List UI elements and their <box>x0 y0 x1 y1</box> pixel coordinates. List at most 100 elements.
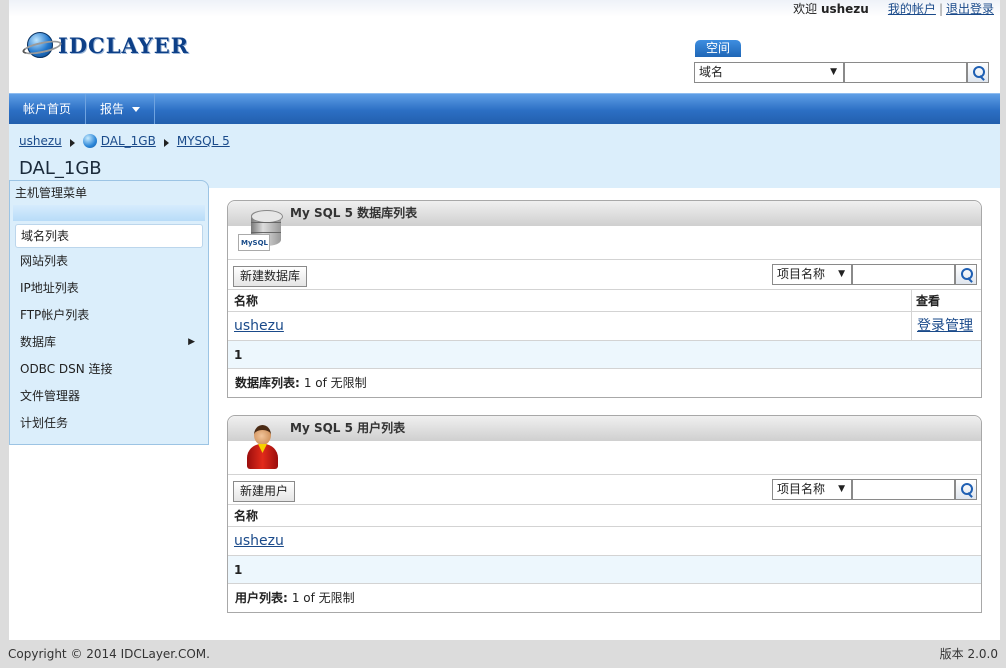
footer-value: 1 of 无限制 <box>303 376 367 390</box>
filter-select-value: 项目名称 <box>777 482 826 496</box>
user-body <box>247 444 278 469</box>
main-nav: 帐户首页 报告 <box>9 93 1000 125</box>
filter-input[interactable] <box>852 479 955 500</box>
column-header-name[interactable]: 名称 <box>234 509 258 523</box>
filter-select[interactable]: 项目名称 ▼ <box>772 479 852 500</box>
page-header: ushezu DAL_1GB MYSQL 5 DAL_1GB <box>9 124 1000 188</box>
search-input[interactable] <box>844 62 967 83</box>
column-header-name[interactable]: 名称 <box>234 294 258 308</box>
sidebar-band <box>13 205 205 221</box>
top-bar: 欢迎 ushezu 我的帐户 | 退出登录 <box>9 0 1000 17</box>
sidebar-item-label: 计划任务 <box>20 416 69 430</box>
nav-reports[interactable]: 报告 <box>86 94 156 125</box>
panel-toolbar: 新建数据库 项目名称 ▼ <box>228 260 981 290</box>
breadcrumb: ushezu DAL_1GB MYSQL 5 <box>19 134 230 148</box>
chevron-right-icon: ▶ <box>188 337 195 347</box>
breadcrumb-user[interactable]: ushezu <box>19 134 62 148</box>
database-list-panel: My SQL 5 数据库列表 MySQL 新建数据库 项目名称 ▼ 名称 查看 <box>227 200 982 398</box>
sidebar-item-ftp-accounts[interactable]: FTP帐户列表 <box>10 302 208 329</box>
space-ball-icon <box>82 134 97 148</box>
page-container: 欢迎 ushezu 我的帐户 | 退出登录 IDCLAYER 空间 域名 ▼ 帐户首… <box>9 0 1000 640</box>
sidebar-item-domains[interactable]: 域名列表 <box>15 224 203 248</box>
panel-title: My SQL 5 数据库列表 <box>228 201 981 226</box>
user-links: 欢迎 ushezu 我的帐户 | 退出登录 <box>793 0 994 17</box>
panel-filter: 项目名称 ▼ <box>772 479 977 500</box>
table-header: 名称 查看 <box>228 290 981 312</box>
header-search: 域名 ▼ <box>694 62 989 83</box>
sidebar-item-file-manager[interactable]: 文件管理器 <box>10 383 208 410</box>
logo-text: IDCLAYER <box>58 32 190 58</box>
sidebar-item-label: ODBC DSN 连接 <box>20 362 113 376</box>
filter-select-value: 项目名称 <box>777 267 826 281</box>
sidebar-title: 主机管理菜单 <box>15 186 88 200</box>
sidebar-item-label: 数据库 <box>20 335 57 349</box>
sidebar-item-scheduled-tasks[interactable]: 计划任务 <box>10 410 208 437</box>
user-head <box>254 425 271 445</box>
mysql-database-icon: MySQL <box>238 210 284 254</box>
page-title: DAL_1GB <box>19 158 102 179</box>
logout-link[interactable]: 退出登录 <box>946 2 994 16</box>
user-icon <box>246 425 278 471</box>
search-scope-select[interactable]: 域名 ▼ <box>694 62 844 83</box>
table-cell-action: 登录管理 <box>911 312 973 341</box>
filter-search-button[interactable] <box>955 264 977 285</box>
sidebar-item-websites[interactable]: 网站列表 <box>10 248 208 275</box>
pager: 1 <box>228 556 981 584</box>
panel-footer: 数据库列表: 1 of 无限制 <box>228 369 981 397</box>
panel-icon-row: MySQL <box>228 210 981 260</box>
sidebar-item-label: 网站列表 <box>20 254 69 268</box>
panel-icon-row <box>228 425 981 475</box>
mysql-tag: MySQL <box>238 234 270 251</box>
login-manage-link[interactable]: 登录管理 <box>917 318 973 334</box>
search-tab-space[interactable]: 空间 <box>695 40 741 57</box>
logo[interactable]: IDCLAYER <box>27 32 189 58</box>
dropdown-arrow-icon: ▼ <box>838 484 845 494</box>
sidebar-item-ip-addresses[interactable]: IP地址列表 <box>10 275 208 302</box>
sidebar-item-odbc[interactable]: ODBC DSN 连接 <box>10 356 208 383</box>
sidebar-item-label: FTP帐户列表 <box>20 308 90 322</box>
panel-title: My SQL 5 用户列表 <box>228 416 981 441</box>
panel-footer: 用户列表: 1 of 无限制 <box>228 584 981 612</box>
table-header: 名称 <box>228 505 981 527</box>
globe-logo-icon <box>27 32 53 58</box>
nav-reports-label: 报告 <box>100 102 125 116</box>
database-name-link[interactable]: ushezu <box>234 318 284 334</box>
new-user-button[interactable]: 新建用户 <box>233 481 296 502</box>
sidebar-item-label: 文件管理器 <box>20 389 81 403</box>
breadcrumb-arrow-icon <box>163 139 169 147</box>
welcome-text: 欢迎 <box>793 2 818 16</box>
filter-select[interactable]: 项目名称 ▼ <box>772 264 852 285</box>
user-name-link[interactable]: ushezu <box>234 533 284 549</box>
divider: | <box>938 2 943 16</box>
username: ushezu <box>820 2 869 16</box>
table-row: ushezu <box>228 527 981 556</box>
filter-search-button[interactable] <box>955 479 977 500</box>
my-account-link[interactable]: 我的帐户 <box>888 2 936 16</box>
version: 版本 2.0.0 <box>939 647 998 661</box>
nav-account-home-label: 帐户首页 <box>23 102 72 116</box>
page-number[interactable]: 1 <box>234 563 242 577</box>
page-number[interactable]: 1 <box>234 348 242 362</box>
filter-input[interactable] <box>852 264 955 285</box>
footer-label: 用户列表: <box>235 591 288 605</box>
search-button[interactable] <box>967 62 989 83</box>
dropdown-arrow-icon: ▼ <box>838 269 845 279</box>
footer-label: 数据库列表: <box>235 376 300 390</box>
breadcrumb-space[interactable]: DAL_1GB <box>101 134 156 148</box>
search-scope-value: 域名 <box>699 65 724 79</box>
sidebar-item-label: 域名列表 <box>21 229 70 243</box>
page-footer: Copyright © 2014 IDCLayer.COM. 版本 2.0.0 <box>0 640 1006 668</box>
user-list-panel: My SQL 5 用户列表 新建用户 项目名称 ▼ 名称 ushezu 1 用户… <box>227 415 982 613</box>
new-database-button[interactable]: 新建数据库 <box>233 266 308 287</box>
sidebar-item-databases[interactable]: 数据库 ▶ <box>10 329 208 356</box>
footer-value: 1 of 无限制 <box>291 591 355 605</box>
copyright: Copyright © 2014 IDCLayer.COM. <box>8 647 210 661</box>
chevron-down-icon <box>132 107 141 112</box>
nav-account-home[interactable]: 帐户首页 <box>9 94 87 125</box>
sidebar: 主机管理菜单 域名列表 网站列表 IP地址列表 FTP帐户列表 数据库 ▶ ODB… <box>9 180 209 445</box>
panel-filter: 项目名称 ▼ <box>772 264 977 285</box>
dropdown-arrow-icon: ▼ <box>830 67 837 77</box>
sidebar-item-label: IP地址列表 <box>20 281 79 295</box>
column-header-view: 查看 <box>911 290 940 312</box>
breadcrumb-mysql[interactable]: MYSQL 5 <box>177 134 230 148</box>
